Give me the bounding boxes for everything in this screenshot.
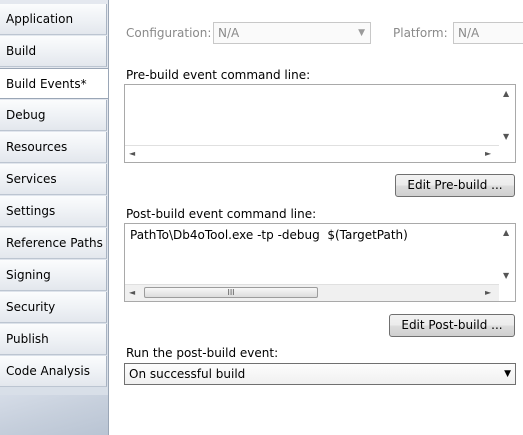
configuration-select[interactable]: N/A ▼: [213, 22, 371, 44]
tab-build-events[interactable]: Build Events*: [0, 68, 109, 99]
tab-publish[interactable]: Publish: [0, 324, 107, 355]
prebuild-command-textbox[interactable]: ▲ ▼ ◄ ►: [124, 84, 516, 163]
postbuild-command-textbox[interactable]: PathTo\Db4oTool.exe -tp -debug $(TargetP…: [124, 223, 516, 302]
tab-reference-paths[interactable]: Reference Paths: [0, 228, 107, 259]
chevron-down-icon: ▼: [358, 28, 365, 38]
edit-prebuild-button[interactable]: Edit Pre-build ...: [395, 174, 515, 197]
scroll-left-icon[interactable]: ◄: [129, 149, 135, 158]
scroll-up-icon[interactable]: ▲: [503, 228, 509, 237]
chevron-down-icon: ▼: [504, 369, 511, 379]
build-events-page: Configuration: N/A ▼ Platform: N/A Pre-b…: [108, 0, 523, 435]
tab-security[interactable]: Security: [0, 292, 107, 323]
tab-resources[interactable]: Resources: [0, 132, 107, 163]
postbuild-label: Post-build event command line:: [126, 207, 317, 221]
run-postbuild-value: On successful build: [129, 367, 246, 381]
scroll-left-icon[interactable]: ◄: [129, 288, 135, 297]
prebuild-label: Pre-build event command line:: [126, 68, 311, 82]
prebuild-horizontal-scrollbar[interactable]: ◄ ►: [125, 145, 499, 162]
platform-select[interactable]: N/A: [453, 22, 523, 44]
scroll-down-icon[interactable]: ▼: [503, 132, 509, 141]
scroll-down-icon[interactable]: ▼: [503, 271, 509, 280]
tab-debug[interactable]: Debug: [0, 100, 107, 131]
run-postbuild-label: Run the post-build event:: [126, 346, 279, 360]
scrollbar-thumb[interactable]: III: [144, 287, 318, 298]
project-properties-tab-strip: Application Build Build Events* Debug Re…: [0, 0, 109, 435]
prebuild-vertical-scrollbar[interactable]: ▲ ▼: [499, 85, 515, 147]
tab-code-analysis[interactable]: Code Analysis: [0, 356, 107, 387]
tab-settings[interactable]: Settings: [0, 196, 107, 227]
scroll-right-icon[interactable]: ►: [485, 149, 491, 158]
configuration-value: N/A: [218, 26, 240, 40]
postbuild-command-text: PathTo\Db4oTool.exe -tp -debug $(TargetP…: [130, 228, 408, 242]
grip-icon: III: [227, 288, 235, 297]
scroll-right-icon[interactable]: ►: [485, 288, 491, 297]
tab-application[interactable]: Application: [0, 4, 107, 35]
edit-postbuild-button[interactable]: Edit Post-build ...: [389, 314, 515, 337]
postbuild-vertical-scrollbar[interactable]: ▲ ▼: [499, 224, 515, 286]
platform-value: N/A: [458, 26, 480, 40]
run-postbuild-select[interactable]: On successful build ▼: [124, 363, 516, 385]
configuration-bar: Configuration: N/A ▼ Platform: N/A: [109, 0, 523, 64]
tab-signing[interactable]: Signing: [0, 260, 107, 291]
scroll-up-icon[interactable]: ▲: [503, 89, 509, 98]
configuration-label: Configuration:: [126, 26, 212, 40]
postbuild-horizontal-scrollbar[interactable]: ◄ III ►: [125, 284, 499, 301]
platform-label: Platform:: [393, 26, 448, 40]
tab-build[interactable]: Build: [0, 36, 107, 67]
tab-strip-background: [0, 395, 108, 435]
tab-services[interactable]: Services: [0, 164, 107, 195]
